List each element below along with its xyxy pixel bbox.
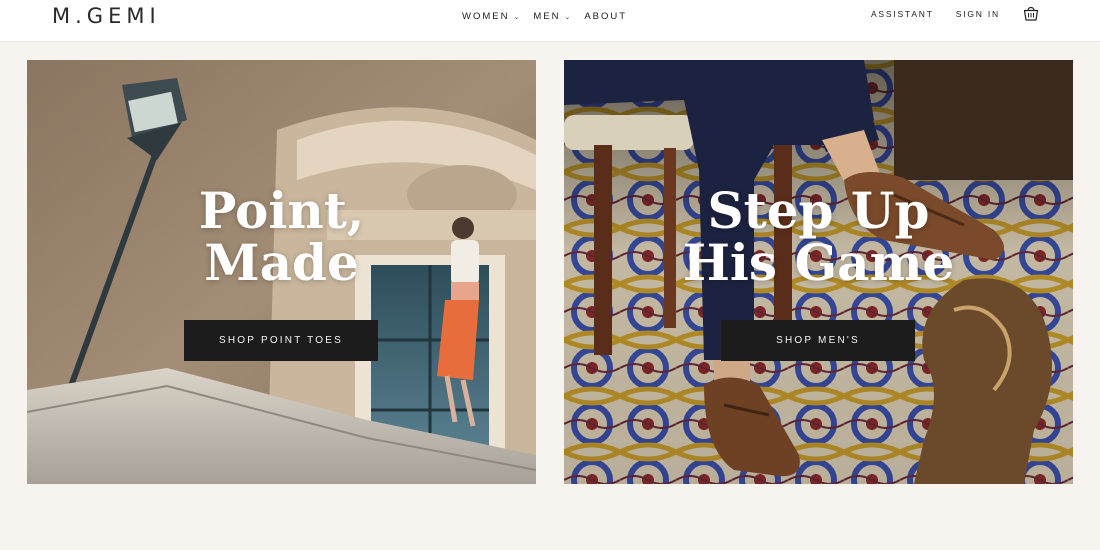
nav-item-label: ABOUT: [584, 11, 628, 22]
utility-nav: ASSISTANT SIGN IN: [871, 6, 1040, 22]
nav-item-men[interactable]: MEN ⌄: [533, 11, 570, 22]
nav-item-about[interactable]: ABOUT: [584, 11, 627, 22]
nav-item-label: MEN: [533, 11, 561, 22]
nav-item-label: WOMEN: [462, 11, 510, 22]
headline-line: His Game: [682, 233, 955, 292]
site-logo[interactable]: M.GEMI: [52, 4, 161, 28]
shop-mens-button[interactable]: SHOP MEN'S: [721, 320, 915, 361]
headline-line: Made: [204, 233, 359, 292]
sign-in-link[interactable]: SIGN IN: [956, 9, 1000, 19]
site-header: M.GEMI WOMEN ⌄ MEN ⌄ ABOUT ASSISTANT SIG…: [0, 0, 1100, 42]
chevron-down-icon: ⌄: [513, 13, 520, 21]
chevron-down-icon: ⌄: [564, 13, 571, 21]
shopping-bag-icon[interactable]: [1022, 4, 1040, 22]
promo-headline: Step Up His Game: [564, 185, 1073, 289]
nav-item-women[interactable]: WOMEN ⌄: [462, 11, 519, 22]
headline-line: Point,: [198, 181, 365, 240]
promo-headline: Point, Made: [27, 185, 536, 289]
headline-line: Step Up: [707, 181, 930, 240]
assistant-link[interactable]: ASSISTANT: [871, 9, 934, 19]
promo-tile-point-toes[interactable]: Point, Made SHOP POINT TOES: [27, 60, 536, 484]
shop-point-toes-button[interactable]: SHOP POINT TOES: [184, 320, 378, 361]
promo-tile-mens[interactable]: Step Up His Game SHOP MEN'S: [564, 60, 1073, 484]
main-nav: WOMEN ⌄ MEN ⌄ ABOUT: [462, 11, 641, 22]
